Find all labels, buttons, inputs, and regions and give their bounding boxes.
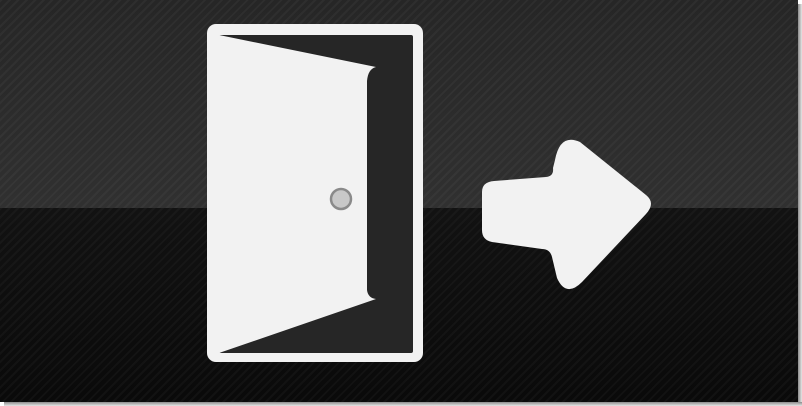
- door-knob: [329, 187, 353, 211]
- frame-shadow-right: [798, 4, 802, 406]
- open-door-icon: [207, 24, 423, 362]
- arrow-shape: [482, 139, 651, 290]
- exit-symbol: [207, 24, 651, 362]
- frame-shadow-bottom: [4, 402, 802, 406]
- sign-frame: [0, 0, 798, 402]
- door-leaf: [219, 35, 376, 353]
- right-arrow-icon: [482, 139, 651, 290]
